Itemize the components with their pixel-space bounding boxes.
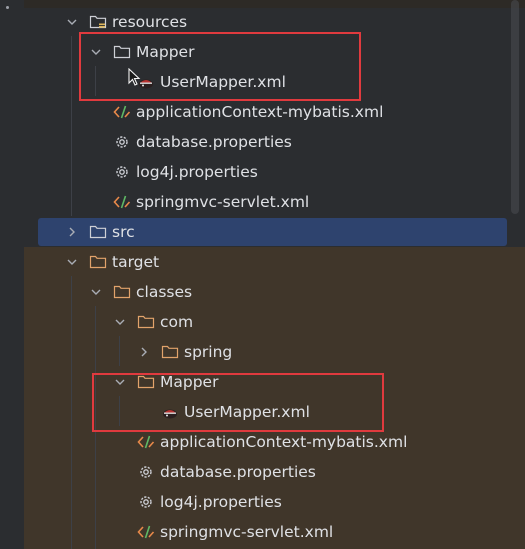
xml-file-icon <box>113 104 131 120</box>
tree-row-label: database.properties <box>136 133 292 151</box>
tree-row-label: applicationContext-mybatis.xml <box>160 433 408 451</box>
excluded-folder-icon <box>89 254 107 270</box>
tree-row-label: classes <box>136 283 193 301</box>
resources-folder-icon <box>89 14 107 30</box>
xml-file-icon <box>137 434 155 450</box>
tree-row-label: log4j.properties <box>136 163 258 181</box>
excluded-folder-icon <box>161 344 179 360</box>
xml-file-icon <box>137 524 155 540</box>
chevron-down-icon[interactable] <box>66 256 78 268</box>
xml-file-icon <box>113 194 131 210</box>
tree-row-src[interactable]: src <box>38 218 507 246</box>
mouse-pointer-icon <box>128 67 142 88</box>
settings-file-icon <box>137 494 155 510</box>
tree-row-label: src <box>112 223 135 241</box>
tree-row-label: com <box>160 313 194 331</box>
tree-row-springmvc-servlet-xml[interactable]: springmvc-servlet.xml <box>0 188 507 216</box>
chevron-right-icon[interactable] <box>66 226 78 238</box>
tree-row-applicationcontext-xml-target[interactable]: applicationContext-mybatis.xml <box>0 428 507 456</box>
excluded-folder-icon <box>137 314 155 330</box>
tree-row-label: target <box>112 253 160 271</box>
highlight-box-source-mapper <box>79 32 361 101</box>
tree-row-database-properties-target[interactable]: database.properties <box>0 458 507 486</box>
settings-file-icon <box>137 464 155 480</box>
settings-file-icon <box>113 164 131 180</box>
excluded-folder-icon <box>113 284 131 300</box>
tree-row-label: applicationContext-mybatis.xml <box>136 103 384 121</box>
chevron-down-icon[interactable] <box>66 16 78 28</box>
chevron-right-icon[interactable] <box>138 346 150 358</box>
tree-row-label: springmvc-servlet.xml <box>160 523 334 541</box>
tree-row-database-properties[interactable]: database.properties <box>0 128 507 156</box>
tree-row-label: spring <box>184 343 233 361</box>
excluded-band-top <box>0 0 525 8</box>
tree-row-spring[interactable]: spring <box>0 338 507 366</box>
tree-row-label: springmvc-servlet.xml <box>136 193 310 211</box>
tree-row-target[interactable]: target <box>0 248 507 276</box>
tree-row-log4j-properties[interactable]: log4j.properties <box>0 158 507 186</box>
chevron-down-icon[interactable] <box>90 286 102 298</box>
tree-row-label: log4j.properties <box>160 493 282 511</box>
tree-row-label: resources <box>112 13 188 31</box>
highlight-box-target-mapper <box>92 373 384 432</box>
tree-row-com[interactable]: com <box>0 308 507 336</box>
folder-icon <box>89 224 107 240</box>
chevron-down-icon[interactable] <box>114 316 126 328</box>
project-tree: resources Mapper UserMapper.xml applicat… <box>0 0 525 549</box>
tree-row-applicationcontext-xml[interactable]: applicationContext-mybatis.xml <box>0 98 507 126</box>
tree-row-label: database.properties <box>160 463 316 481</box>
tree-row-log4j-properties-target[interactable]: log4j.properties <box>0 488 507 516</box>
tree-row-classes[interactable]: classes <box>0 278 507 306</box>
settings-file-icon <box>113 134 131 150</box>
tree-row-springmvc-servlet-xml-target[interactable]: springmvc-servlet.xml <box>0 518 507 546</box>
vertical-scrollbar[interactable] <box>511 0 519 214</box>
